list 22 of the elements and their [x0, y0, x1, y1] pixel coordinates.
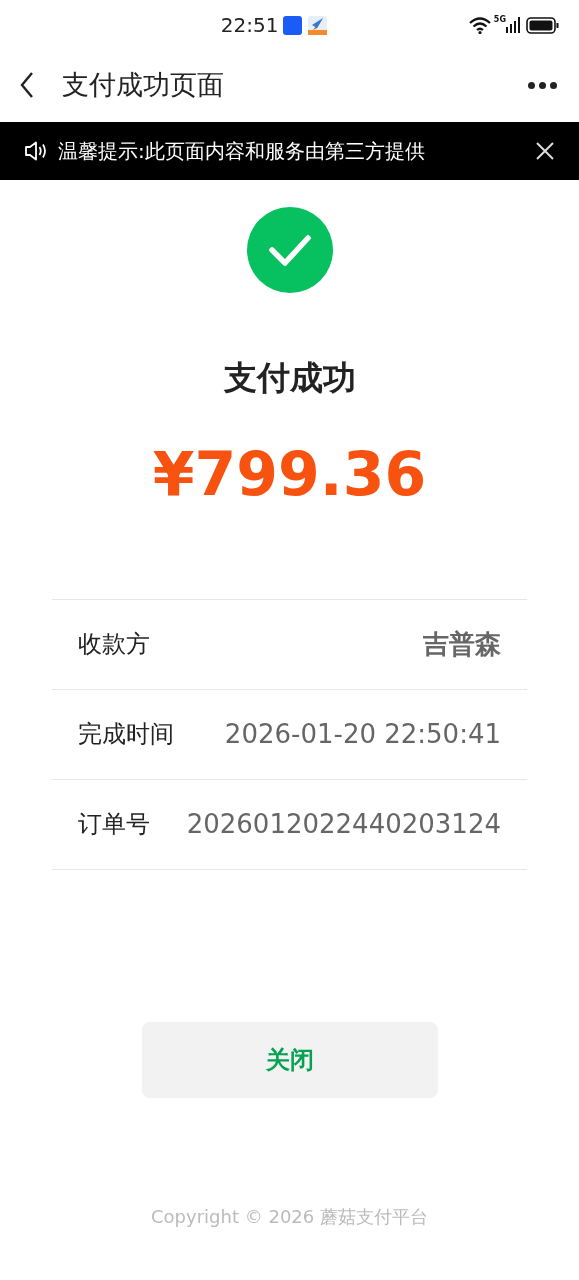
- close-button[interactable]: 关闭: [141, 1021, 438, 1098]
- detail-value: 吉普森: [423, 627, 501, 661]
- page-title: 支付成功页面: [62, 67, 225, 102]
- result-title: 支付成功: [223, 357, 356, 399]
- signal-icon: [506, 17, 520, 33]
- detail-label: 收款方: [78, 629, 150, 660]
- wifi-icon: [468, 16, 491, 34]
- battery-icon: [526, 16, 559, 34]
- detail-value: 2026-01-20 22:50:41: [224, 717, 501, 751]
- status-time: 22:51: [220, 12, 279, 39]
- close-icon[interactable]: [535, 141, 555, 161]
- success-check-icon: [246, 207, 333, 293]
- speaker-icon: [24, 141, 48, 161]
- app-icon: [308, 15, 328, 35]
- detail-label: 订单号: [78, 809, 150, 840]
- app-icon: [283, 15, 303, 35]
- detail-label: 完成时间: [78, 719, 174, 750]
- copyright-text: Copyright © 2026 蘑菇支付平台: [151, 1204, 428, 1229]
- detail-value: 2026012022440203124: [186, 807, 501, 841]
- payment-amount: ¥799.36: [152, 437, 427, 511]
- network-label: 5G: [493, 14, 506, 26]
- notice-text: 温馨提示:此页面内容和服务由第三方提供: [58, 138, 426, 165]
